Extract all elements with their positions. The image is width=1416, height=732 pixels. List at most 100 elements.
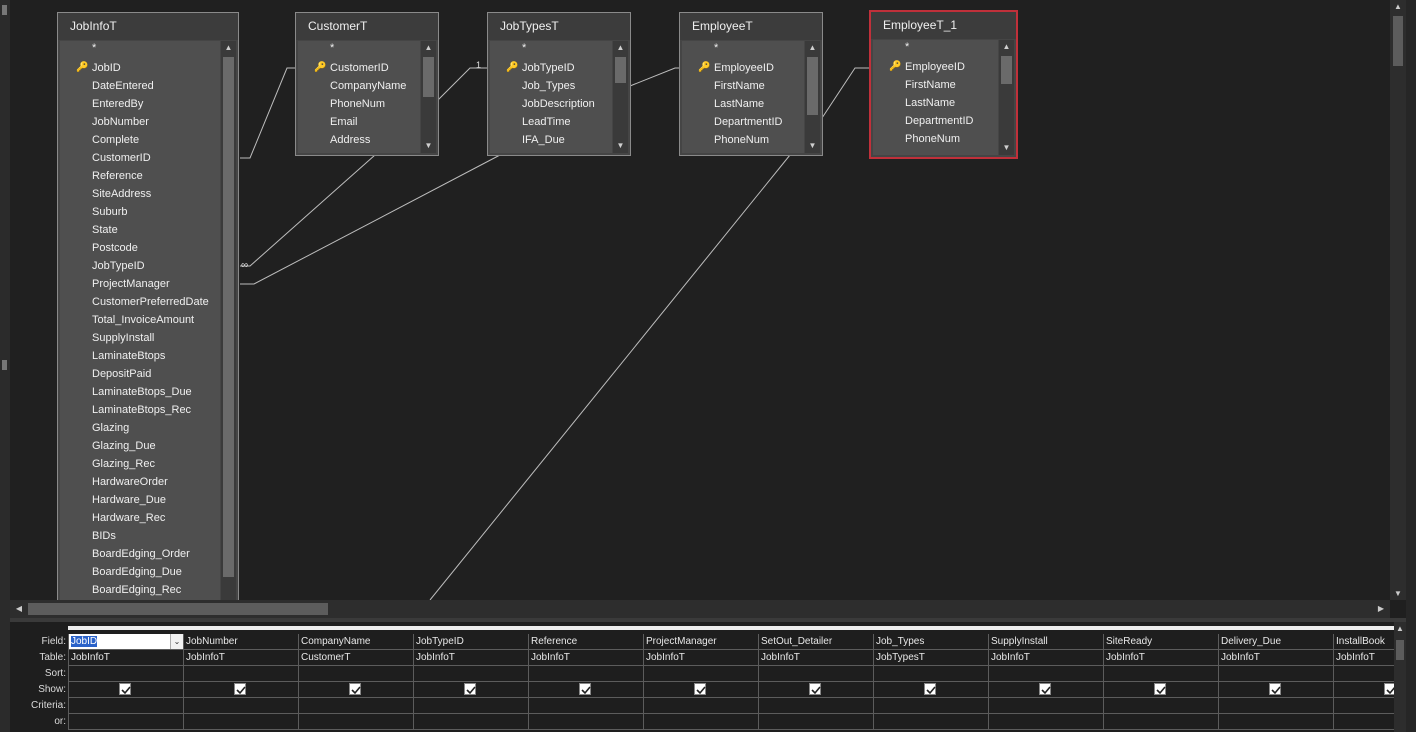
table-title[interactable]: JobInfoT xyxy=(58,13,238,40)
show-checkbox[interactable] xyxy=(809,683,821,695)
table-scrollbar[interactable]: ▲ ▼ xyxy=(805,41,820,153)
scroll-down-arrow-icon[interactable]: ▼ xyxy=(421,139,436,153)
grid-sort-cell[interactable] xyxy=(299,666,413,682)
grid-criteria-cell[interactable] xyxy=(874,698,988,714)
table-scrollbar[interactable]: ▲ ▼ xyxy=(999,40,1014,155)
grid-column[interactable]: SetOut_Detailer JobInfoT xyxy=(758,634,873,730)
field-item[interactable]: LaminateBtops xyxy=(60,347,220,365)
field-item[interactable]: LaminateBtops_Due xyxy=(60,383,220,401)
query-design-grid[interactable]: Field: Table: Sort: Show: Criteria: or: … xyxy=(10,622,1406,732)
relation-line-employee-employee1[interactable] xyxy=(821,67,870,119)
grid-field-cell[interactable]: Job_Types xyxy=(874,634,988,650)
scroll-down-arrow-icon[interactable]: ▼ xyxy=(805,139,820,153)
grid-column[interactable]: JobTypeID JobInfoT xyxy=(413,634,528,730)
relation-line-jobtype[interactable] xyxy=(240,154,501,285)
grid-sort-cell[interactable] xyxy=(874,666,988,682)
scroll-right-arrow-icon[interactable]: ▶ xyxy=(1374,602,1388,616)
field-item[interactable]: Glazing xyxy=(60,419,220,437)
show-checkbox[interactable] xyxy=(924,683,936,695)
grid-or-cell[interactable] xyxy=(1104,714,1218,730)
grid-table-cell[interactable]: JobInfoT xyxy=(644,650,758,666)
grid-or-cell[interactable] xyxy=(69,714,183,730)
table-title[interactable]: EmployeeT_1 xyxy=(871,12,1016,39)
scroll-thumb[interactable] xyxy=(807,57,818,115)
show-checkbox[interactable] xyxy=(1384,683,1394,695)
grid-sort-cell[interactable] xyxy=(989,666,1103,682)
relation-line-employee-projectmanager[interactable] xyxy=(429,154,791,600)
table-jobtypest[interactable]: JobTypesT * 🔑 JobTypeID Job_Types JobDesc… xyxy=(487,12,631,156)
grid-column[interactable]: JobNumber JobInfoT xyxy=(183,634,298,730)
field-item[interactable]: * xyxy=(682,41,804,59)
scroll-down-arrow-icon[interactable]: ▼ xyxy=(613,139,628,153)
field-item[interactable]: DateEntered xyxy=(60,77,220,95)
relation-line-customer-many[interactable] xyxy=(240,154,376,267)
table-scrollbar[interactable]: ▲ ▼ xyxy=(421,41,436,153)
grid-sort-cell[interactable] xyxy=(1334,666,1394,682)
grid-field-cell[interactable]: SupplyInstall xyxy=(989,634,1103,650)
field-item[interactable]: FirstName xyxy=(682,77,804,95)
grid-table-cell[interactable]: JobInfoT xyxy=(184,650,298,666)
field-item[interactable]: BoardEdging_Due xyxy=(60,563,220,581)
show-checkbox[interactable] xyxy=(694,683,706,695)
grid-table-cell[interactable]: JobInfoT xyxy=(1334,650,1394,666)
grid-column[interactable]: Job_Types JobTypesT xyxy=(873,634,988,730)
field-item[interactable]: Reference xyxy=(60,167,220,185)
field-item[interactable]: LastName xyxy=(873,94,998,112)
table-scrollbar[interactable]: ▲ xyxy=(221,41,236,600)
field-item[interactable]: CustomerID xyxy=(60,149,220,167)
field-item[interactable]: JobTypeID xyxy=(60,257,220,275)
show-checkbox[interactable] xyxy=(1154,683,1166,695)
grid-sort-cell[interactable] xyxy=(1219,666,1333,682)
field-item[interactable]: ProjectManager xyxy=(60,275,220,293)
field-item[interactable]: * xyxy=(490,41,612,59)
field-item[interactable]: Job_Types xyxy=(490,77,612,95)
scroll-left-arrow-icon[interactable]: ◀ xyxy=(12,602,26,616)
grid-column[interactable]: JobID ⌄ JobInfoT xyxy=(68,634,183,730)
field-item[interactable]: 🔑 EmployeeID xyxy=(873,58,998,76)
field-list[interactable]: * 🔑 JobTypeID Job_Types JobDescription Le… xyxy=(490,41,612,153)
grid-field-cell[interactable]: JobNumber xyxy=(184,634,298,650)
table-customert[interactable]: CustomerT * 🔑 CustomerID CompanyName Phon… xyxy=(295,12,439,156)
grid-sort-cell[interactable] xyxy=(184,666,298,682)
field-item[interactable]: Glazing_Due xyxy=(60,437,220,455)
field-item[interactable]: CustomerPreferredDate xyxy=(60,293,220,311)
table-employeet-1[interactable]: EmployeeT_1 * 🔑 EmployeeID FirstName Last… xyxy=(869,10,1018,159)
scroll-down-arrow-icon[interactable]: ▼ xyxy=(1390,589,1406,598)
scroll-thumb[interactable] xyxy=(223,57,234,577)
grid-column[interactable]: Delivery_Due JobInfoT xyxy=(1218,634,1333,730)
field-item[interactable]: DepartmentID xyxy=(873,112,998,130)
grid-sort-cell[interactable] xyxy=(1104,666,1218,682)
grid-field-cell[interactable]: SetOut_Detailer xyxy=(759,634,873,650)
table-title[interactable]: EmployeeT xyxy=(680,13,822,40)
chevron-down-icon[interactable]: ⌄ xyxy=(170,634,183,649)
show-checkbox[interactable] xyxy=(464,683,476,695)
grid-criteria-cell[interactable] xyxy=(414,698,528,714)
grid-or-cell[interactable] xyxy=(299,714,413,730)
scroll-down-arrow-icon[interactable]: ▼ xyxy=(999,141,1014,155)
field-item[interactable]: * xyxy=(60,41,220,59)
scroll-up-arrow-icon[interactable]: ▲ xyxy=(221,41,236,55)
grid-criteria-cell[interactable] xyxy=(529,698,643,714)
relation-line-jobtypes-employee[interactable] xyxy=(629,67,680,87)
grid-sort-cell[interactable] xyxy=(69,666,183,682)
scroll-up-arrow-icon[interactable]: ▲ xyxy=(999,40,1014,54)
field-item[interactable]: CompanyName xyxy=(298,77,420,95)
field-item[interactable]: HardwareOrder xyxy=(60,473,220,491)
grid-or-cell[interactable] xyxy=(529,714,643,730)
field-item[interactable]: BoardEdging_Rec xyxy=(60,581,220,599)
field-item[interactable]: 🔑 JobTypeID xyxy=(490,59,612,77)
scroll-thumb[interactable] xyxy=(1393,16,1403,66)
show-checkbox[interactable] xyxy=(1269,683,1281,695)
grid-or-cell[interactable] xyxy=(989,714,1103,730)
show-checkbox[interactable] xyxy=(234,683,246,695)
field-list[interactable]: * 🔑 JobID DateEntered EnteredBy JobNumber… xyxy=(60,41,220,600)
grid-criteria-cell[interactable] xyxy=(184,698,298,714)
field-item[interactable]: Hardware_Rec xyxy=(60,509,220,527)
field-item[interactable]: Total_InvoiceAmount xyxy=(60,311,220,329)
grid-criteria-cell[interactable] xyxy=(299,698,413,714)
canvas-horizontal-scrollbar[interactable]: ◀ ▶ xyxy=(10,600,1390,618)
grid-table-cell[interactable]: CustomerT xyxy=(299,650,413,666)
show-checkbox[interactable] xyxy=(119,683,131,695)
grid-table-cell[interactable]: JobInfoT xyxy=(759,650,873,666)
grid-field-cell[interactable]: CompanyName xyxy=(299,634,413,650)
